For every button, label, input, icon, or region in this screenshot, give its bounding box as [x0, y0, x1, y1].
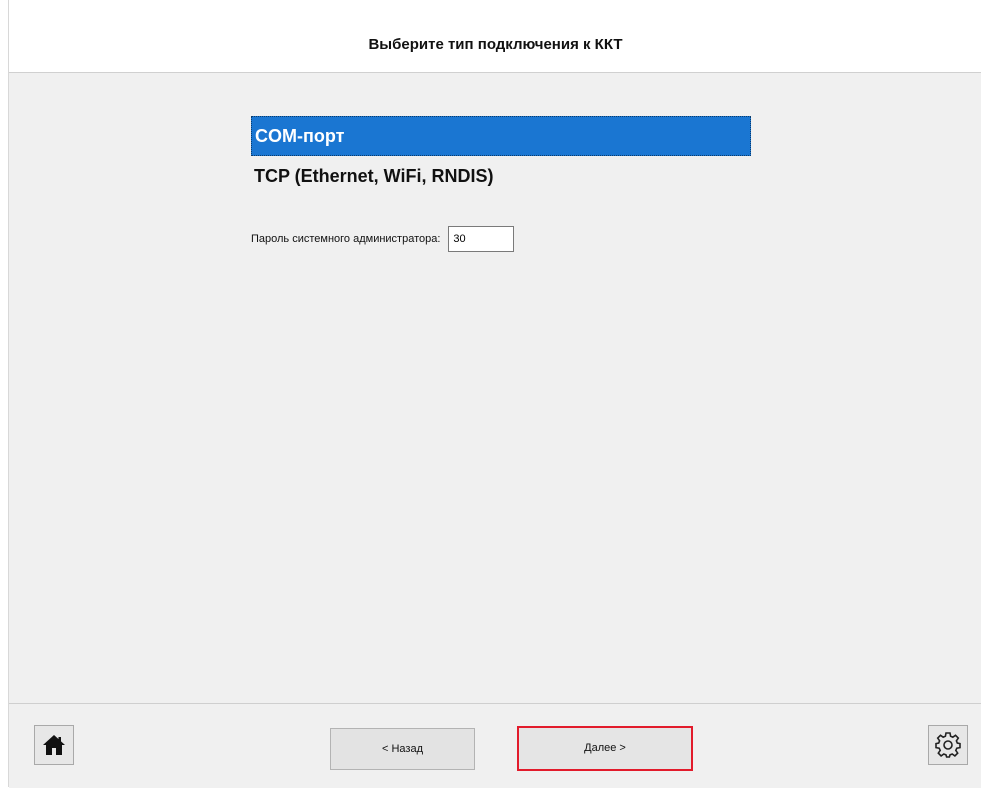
footer-bar	[9, 703, 981, 788]
admin-password-label: Пароль системного администратора:	[251, 233, 441, 245]
connection-option-tcp[interactable]: TCP (Ethernet, WiFi, RNDIS)	[251, 156, 751, 196]
page-title: Выберите тип подключения к ККТ	[368, 36, 623, 53]
connection-option-label: COM-порт	[255, 126, 345, 146]
next-button[interactable]: Далее >	[517, 726, 693, 771]
admin-password-row: Пароль системного администратора:	[251, 225, 515, 253]
back-button[interactable]: < Назад	[330, 728, 475, 770]
connection-type-list[interactable]: COM-порт TCP (Ethernet, WiFi, RNDIS)	[251, 116, 751, 196]
settings-button[interactable]	[928, 725, 968, 765]
admin-password-input[interactable]	[448, 226, 515, 252]
connection-option-com-port[interactable]: COM-порт	[251, 116, 751, 156]
home-icon	[43, 735, 65, 755]
home-button[interactable]	[34, 725, 74, 765]
wizard-window: Выберите тип подключения к ККТ COM-порт …	[8, 0, 981, 788]
header: Выберите тип подключения к ККТ	[9, 0, 981, 73]
gear-icon	[935, 732, 961, 758]
connection-option-label: TCP (Ethernet, WiFi, RNDIS)	[254, 166, 494, 186]
